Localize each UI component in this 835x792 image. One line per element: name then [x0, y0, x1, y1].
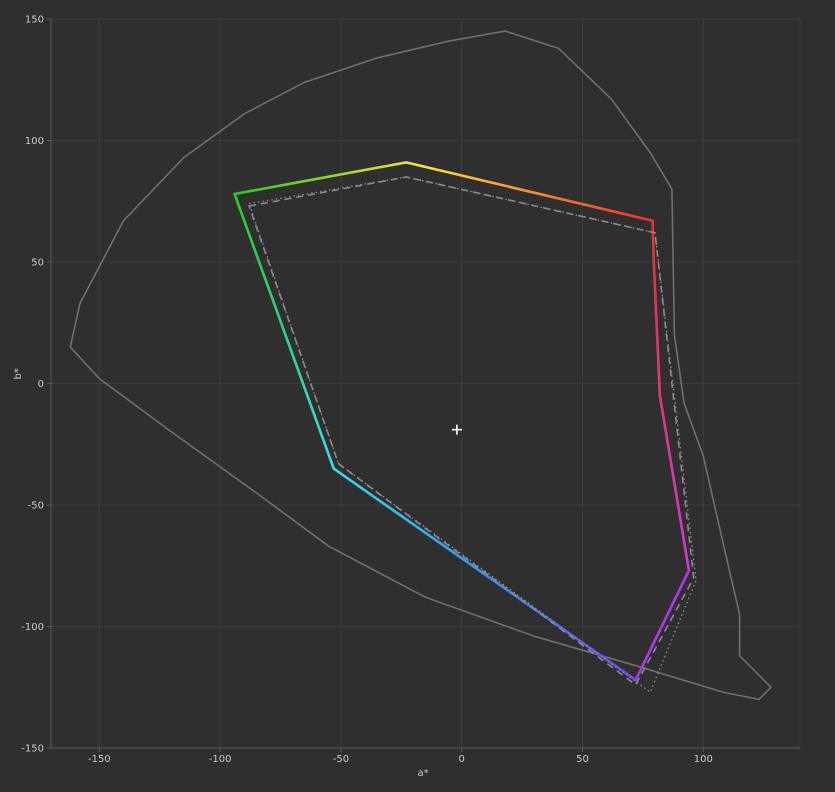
white-point-marker	[451, 424, 462, 435]
y-tick-label: 0	[38, 379, 44, 390]
x-tick-label: -50	[333, 754, 349, 765]
gamut-chart: -150 -100 -50 0 50 100 150 100 50 0 -50 -100 -150 a* b…	[0, 0, 835, 792]
measured-gamut-left-edge	[233, 192, 335, 470]
axes	[47, 18, 800, 752]
y-axis-label: b*	[13, 368, 24, 379]
y-tick-label: 150	[25, 15, 44, 26]
x-tick-label: 0	[459, 754, 465, 765]
cielab-gamut-plot: -150 -100 -50 0 50 100 150 100 50 0 -50 -100 -150 a* b…	[13, 15, 801, 779]
series-layer	[69, 30, 772, 701]
y-tick-label: 100	[25, 136, 44, 147]
x-axis-label: a*	[418, 768, 429, 779]
y-tick-label: 50	[31, 258, 44, 269]
y-tick-label: -150	[21, 744, 44, 755]
grid	[51, 18, 801, 749]
x-tick-label: 50	[576, 754, 589, 765]
reference-gamut-dashed-line	[248, 176, 695, 686]
y-tick-label: -100	[21, 622, 44, 633]
x-tick-label: -100	[209, 754, 232, 765]
x-tick-label: -150	[88, 754, 111, 765]
measured-gamut-violet-overlay	[634, 569, 691, 682]
measured-gamut-top-edge	[233, 161, 654, 222]
spectral-locus-line	[69, 30, 772, 701]
y-tick-label: -50	[28, 501, 44, 512]
x-tick-label: 100	[694, 754, 713, 765]
